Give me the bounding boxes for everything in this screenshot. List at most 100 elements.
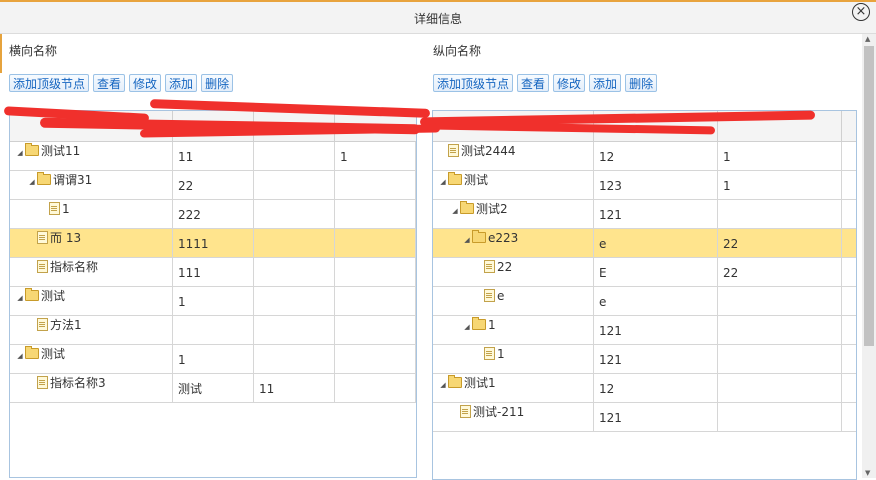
expand-arrow-icon[interactable]: ◢ <box>15 144 25 162</box>
table-cell <box>173 316 254 344</box>
tree-node-cell[interactable]: 而 13 <box>10 229 173 257</box>
expand-arrow-icon[interactable]: ◢ <box>15 289 25 307</box>
right-toolbar: 添加顶级节点 查看 修改 添加 删除 <box>433 74 658 94</box>
expand-arrow-icon[interactable]: ◢ <box>462 318 472 336</box>
close-icon[interactable]: × <box>852 3 870 21</box>
cell-value <box>718 324 723 338</box>
left-toolbar: 添加顶级节点 查看 修改 添加 删除 <box>9 74 234 94</box>
tree-node-cell[interactable]: 1 <box>10 200 173 228</box>
table-cell: 22 <box>173 171 254 199</box>
add-top-node-button[interactable]: 添加顶级节点 <box>433 74 514 92</box>
table-cell: 121 <box>594 345 718 373</box>
left-section-label: 横向名称 <box>9 44 58 58</box>
tree-node-cell[interactable]: ◢ e223 <box>433 229 594 257</box>
tree-node-cell[interactable]: 22 <box>433 258 594 286</box>
cell-value <box>718 353 723 367</box>
table-row[interactable]: 而 13 1111 <box>10 229 416 258</box>
table-row[interactable]: ◢ 测试11 11 1 <box>10 142 416 171</box>
scroll-up-icon[interactable]: ▲ <box>865 35 870 43</box>
table-cell <box>718 374 842 402</box>
view-button[interactable]: 查看 <box>517 74 550 92</box>
tree-node-cell[interactable]: 指标名称 <box>10 258 173 286</box>
right-tree-grid: 测试2444 12 1 ◢ 测试 123 1 ◢ 测试2 121 ◢ e223 e 22 22 E 22 e e ◢ 1… <box>432 110 857 480</box>
expand-arrow-icon[interactable]: ◢ <box>438 173 448 191</box>
cell-value: 1111 <box>178 237 209 251</box>
table-row[interactable]: ◢ 测试 123 1 <box>433 171 856 200</box>
scrollbar-thumb[interactable] <box>864 46 874 346</box>
tree-node-cell[interactable]: ◢ 测试 <box>433 171 594 199</box>
cell-value <box>718 208 723 222</box>
tree-node-cell[interactable]: ◢ 1 <box>433 316 594 344</box>
expand-arrow-icon[interactable]: ◢ <box>15 347 25 365</box>
table-row[interactable]: 方法1 <box>10 316 416 345</box>
tree-node-label: 1 <box>62 202 70 216</box>
table-cell: 12 <box>594 374 718 402</box>
delete-button[interactable]: 删除 <box>201 74 234 92</box>
table-row[interactable]: ◢ 测试 1 <box>10 287 416 316</box>
tree-node-cell[interactable]: 测试-211 <box>433 403 594 431</box>
cell-value: 121 <box>599 411 622 425</box>
window-left-edge <box>0 33 2 73</box>
table-row[interactable]: ee <box>433 287 856 316</box>
left-tree-grid: ◢ 测试11 11 1 ◢ 谓谓31 22 1 222 而 13 1111 指标名称 111 ◢ 测试 1 方法… <box>9 110 417 478</box>
scroll-down-icon[interactable]: ▼ <box>865 469 870 477</box>
add-button[interactable]: 添加 <box>165 74 198 92</box>
table-row[interactable]: 指标名称3 测试 11 <box>10 374 416 403</box>
table-row[interactable]: ◢ 测试1 12 <box>433 374 856 403</box>
tree-node-cell[interactable]: 方法1 <box>10 316 173 344</box>
table-cell: 121 <box>594 200 718 228</box>
table-row[interactable]: 22 E 22 <box>433 258 856 287</box>
vertical-scrollbar[interactable]: ▲ ▼ <box>862 34 876 478</box>
view-button[interactable]: 查看 <box>93 74 126 92</box>
tree-node-label: 22 <box>497 260 513 274</box>
table-row[interactable]: ◢ 谓谓31 22 <box>10 171 416 200</box>
table-cell <box>254 345 335 373</box>
tree-node-cell[interactable]: ◢ 测试2 <box>433 200 594 228</box>
tree-node-cell[interactable]: 测试2444 <box>433 142 594 170</box>
cell-value <box>173 324 178 338</box>
tree-node-cell[interactable]: ◢ 测试11 <box>10 142 173 170</box>
folder-icon <box>472 230 486 243</box>
folder-icon <box>37 172 51 185</box>
expand-arrow-icon[interactable]: ◢ <box>438 376 448 394</box>
expand-arrow-icon[interactable]: ◢ <box>462 231 472 249</box>
table-cell: 1 <box>718 171 842 199</box>
add-top-node-button[interactable]: 添加顶级节点 <box>9 74 90 92</box>
expand-arrow-icon[interactable]: ◢ <box>450 202 460 220</box>
table-row[interactable]: ◢ 1 121 <box>433 316 856 345</box>
table-row[interactable]: ◢ e223 e 22 <box>433 229 856 258</box>
delete-button[interactable]: 删除 <box>625 74 658 92</box>
tree-node-cell[interactable]: ◢ 测试1 <box>433 374 594 402</box>
table-cell: 111 <box>173 258 254 286</box>
table-row[interactable]: 测试-211 121 <box>433 403 856 432</box>
dialog-titlebar: 详细信息 <box>0 2 876 34</box>
table-cell: 1 <box>173 345 254 373</box>
file-icon <box>484 347 495 360</box>
cell-value <box>718 382 723 396</box>
cell-value <box>254 179 259 193</box>
table-row[interactable]: 测试2444 12 1 <box>433 142 856 171</box>
tree-node-label: 测试2444 <box>461 144 516 158</box>
tree-node-label: 测试 <box>464 173 489 187</box>
table-row[interactable]: ◢ 测试2 121 <box>433 200 856 229</box>
table-row[interactable]: 指标名称 111 <box>10 258 416 287</box>
cell-value: 1 <box>178 295 186 309</box>
table-cell: 1 <box>718 142 842 170</box>
edit-button[interactable]: 修改 <box>553 74 586 92</box>
tree-node-cell[interactable]: ◢ 测试 <box>10 345 173 373</box>
tree-node-cell[interactable]: ◢ 测试 <box>10 287 173 315</box>
expand-arrow-icon[interactable]: ◢ <box>27 173 37 191</box>
tree-node-cell[interactable]: ◢ 谓谓31 <box>10 171 173 199</box>
file-icon <box>484 260 495 273</box>
table-cell: 11 <box>254 374 335 402</box>
tree-node-cell[interactable]: 1 <box>433 345 594 373</box>
table-row[interactable]: ◢ 测试 1 <box>10 345 416 374</box>
table-row[interactable]: 1 121 <box>433 345 856 374</box>
tree-node-cell[interactable]: 指标名称3 <box>10 374 173 402</box>
tree-node-cell[interactable]: e <box>433 287 594 315</box>
table-cell: e <box>594 229 718 257</box>
edit-button[interactable]: 修改 <box>129 74 162 92</box>
add-button[interactable]: 添加 <box>589 74 622 92</box>
table-row[interactable]: 1 222 <box>10 200 416 229</box>
table-cell <box>254 258 335 286</box>
